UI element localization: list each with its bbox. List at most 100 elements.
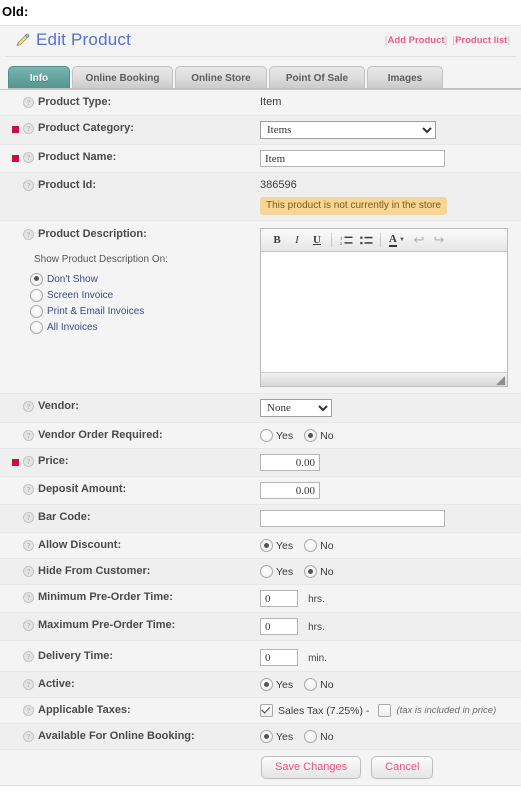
radio-no[interactable]: No (304, 429, 334, 442)
help-icon[interactable]: ? (23, 123, 34, 134)
radio-label: No (320, 539, 334, 552)
bold-button[interactable]: B (267, 231, 287, 249)
tab-online-booking[interactable]: Online Booking (72, 66, 173, 89)
row-product-description: ? Product Description: Show Product Desc… (0, 221, 521, 394)
tab-info[interactable]: Info (8, 66, 70, 89)
svg-text:2: 2 (340, 241, 343, 246)
value-cell: None (255, 394, 521, 422)
row-product-id: ? Product Id: 386596 This product is not… (0, 173, 521, 221)
label-cell: ? Applicable Taxes: (0, 698, 255, 722)
radio-screen-invoice[interactable]: Screen Invoice (30, 288, 144, 302)
maximum-preorder-time-input[interactable] (260, 618, 298, 635)
sales-tax-checkbox[interactable] (260, 704, 273, 717)
radio-icon[interactable] (30, 272, 43, 286)
resize-grip-icon[interactable] (496, 376, 505, 385)
radio-icon[interactable] (304, 730, 318, 743)
ordered-list-button[interactable]: 1 2 (336, 231, 356, 249)
help-icon[interactable]: ? (23, 229, 34, 240)
radio-yes[interactable]: Yes (260, 730, 293, 743)
radio-icon[interactable] (304, 678, 318, 691)
radio-no[interactable]: No (304, 565, 334, 578)
field-label: Vendor Order Required: (38, 429, 163, 441)
svg-text:?: ? (27, 231, 30, 239)
radio-label: Print & Email Invoices (47, 305, 145, 317)
help-icon[interactable]: ? (23, 620, 34, 631)
radio-icon[interactable] (260, 678, 273, 691)
product-category-select[interactable]: Items (260, 121, 436, 139)
save-changes-button[interactable]: Save Changes (261, 756, 362, 779)
radio-icon[interactable] (30, 304, 43, 318)
help-icon[interactable]: ? (23, 512, 34, 523)
maximum-preorder-time-unit: hrs. (308, 621, 325, 633)
redo-button[interactable]: ↪ (429, 231, 449, 249)
font-color-button[interactable]: A ▼ (385, 231, 409, 249)
radio-yes[interactable]: Yes (260, 539, 293, 552)
row-delivery-time: ? Delivery Time: min. (0, 641, 521, 672)
help-icon[interactable]: ? (23, 651, 34, 662)
price-input[interactable] (260, 454, 320, 471)
product-list-link[interactable]: Product list (455, 35, 507, 46)
italic-button[interactable]: I (287, 231, 307, 249)
tab-point-of-sale[interactable]: Point Of Sale (269, 66, 365, 89)
tab-online-store[interactable]: Online Store (175, 66, 267, 89)
radio-icon[interactable] (30, 288, 43, 302)
radio-icon[interactable] (260, 539, 273, 552)
help-icon[interactable]: ? (23, 152, 34, 163)
cancel-button[interactable]: Cancel (371, 756, 434, 779)
radio-dont-show[interactable]: Don't Show (30, 272, 144, 286)
description-rich-text-editor[interactable]: B I U 1 2 A ▼ ↩ ↪ (260, 228, 508, 387)
radio-yes[interactable]: Yes (260, 678, 293, 691)
radio-no[interactable]: No (304, 730, 334, 743)
svg-text:?: ? (27, 594, 30, 602)
radio-label: Yes (276, 429, 294, 442)
svg-text:?: ? (27, 653, 30, 661)
show-description-on-label: Show Product Description On: (34, 254, 168, 265)
radio-no[interactable]: No (304, 678, 334, 691)
svg-text:?: ? (27, 182, 30, 190)
help-icon[interactable]: ? (23, 456, 34, 467)
product-name-input[interactable] (260, 150, 445, 167)
radio-yes[interactable]: Yes (260, 565, 293, 578)
radio-icon[interactable] (260, 565, 273, 578)
help-icon[interactable]: ? (23, 430, 34, 441)
tab-images[interactable]: Images (367, 66, 443, 89)
help-icon[interactable]: ? (23, 731, 34, 742)
radio-icon[interactable] (304, 565, 318, 578)
chevron-down-icon[interactable]: ▼ (399, 237, 405, 243)
radio-icon[interactable] (260, 429, 273, 442)
deposit-amount-input[interactable] (260, 482, 320, 499)
vendor-order-required-radios: Yes No (260, 428, 515, 442)
field-label: Product Type: (38, 96, 112, 108)
unordered-list-button[interactable] (356, 231, 376, 249)
help-icon[interactable]: ? (23, 705, 34, 716)
help-icon[interactable]: ? (23, 484, 34, 495)
delivery-time-input[interactable] (260, 649, 298, 666)
store-status-notice: This product is not currently in the sto… (260, 197, 448, 215)
undo-button[interactable]: ↩ (409, 231, 429, 249)
radio-icon[interactable] (304, 539, 318, 552)
radio-print-email-invoices[interactable]: Print & Email Invoices (30, 304, 144, 318)
radio-all-invoices[interactable]: All Invoices (30, 320, 144, 334)
radio-icon[interactable] (30, 320, 43, 334)
help-icon[interactable]: ? (23, 566, 34, 577)
label-cell: ? Product Type: (0, 90, 255, 114)
help-icon[interactable]: ? (23, 97, 34, 108)
radio-icon[interactable] (304, 429, 318, 442)
help-icon[interactable]: ? (23, 180, 34, 191)
help-icon[interactable]: ? (23, 540, 34, 551)
add-product-link[interactable]: Add Product (388, 35, 445, 46)
tax-included-checkbox[interactable] (378, 704, 392, 717)
vendor-select[interactable]: None (260, 399, 332, 417)
field-label: Delivery Time: (38, 650, 114, 662)
svg-text:?: ? (27, 707, 30, 715)
help-icon[interactable]: ? (23, 592, 34, 603)
radio-icon[interactable] (260, 730, 273, 743)
radio-no[interactable]: No (304, 539, 334, 552)
minimum-preorder-time-input[interactable] (260, 590, 298, 607)
underline-button[interactable]: U (307, 231, 327, 249)
editor-content-area[interactable] (261, 252, 507, 372)
help-icon[interactable]: ? (23, 679, 34, 690)
bar-code-input[interactable] (260, 510, 445, 527)
help-icon[interactable]: ? (23, 401, 34, 412)
radio-yes[interactable]: Yes (260, 429, 293, 442)
